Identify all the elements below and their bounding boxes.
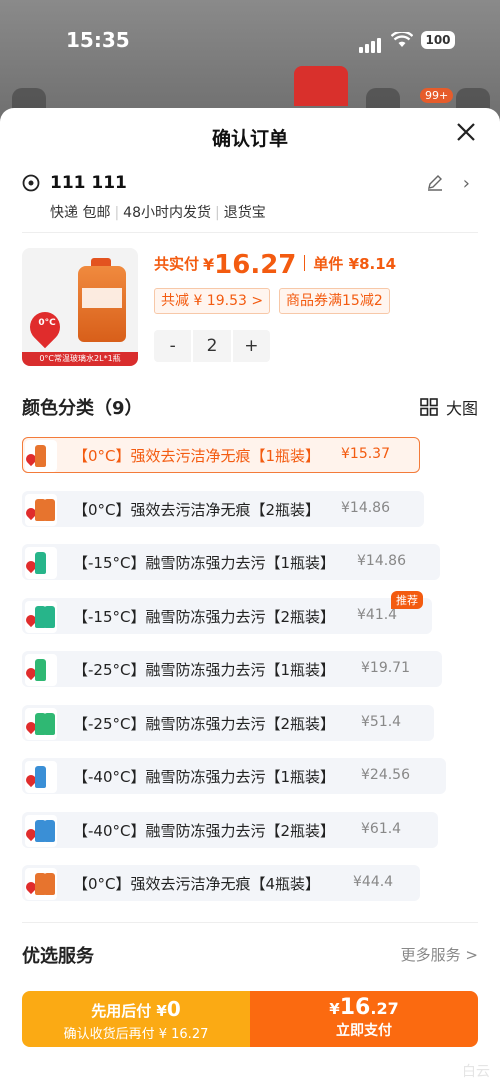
pay-later-label: 先用后付 ¥	[91, 1002, 167, 1020]
status-bar: 15:35 100	[0, 28, 500, 56]
variant-option[interactable]: 【-25°C】融雪防冻强力去污【1瓶装】 ¥19.71	[22, 651, 442, 687]
shipping-free: 快递 包邮	[50, 205, 111, 221]
total-label: 共实付	[154, 255, 200, 273]
product-image-bg	[294, 66, 348, 106]
variant-option[interactable]: 【0°C】强效去污洁净无痕【2瓶装】 ¥14.86	[22, 490, 424, 527]
edit-icon[interactable]	[426, 174, 444, 192]
variant-thumb-icon	[25, 707, 57, 740]
recommend-badge: 推荐	[391, 591, 423, 609]
variant-option[interactable]: 【-40°C】融雪防冻强力去污【1瓶装】 ¥24.56	[22, 758, 446, 794]
total-amount: 16.27	[214, 250, 297, 280]
variant-price: ¥24.56	[361, 767, 410, 783]
more-services-link[interactable]: 更多服务 >	[401, 944, 478, 965]
wifi-icon	[391, 32, 413, 47]
variant-option[interactable]: 【0°C】强效去污洁净无痕【1瓶装】 ¥15.37	[22, 437, 420, 473]
plus-button[interactable]: +	[233, 330, 270, 362]
grid-icon[interactable]	[420, 398, 438, 416]
variant-thumb-icon	[25, 814, 57, 847]
watermark: 白云	[462, 1064, 490, 1080]
order-sheet: 确认订单 111 111 › 快递 包邮 | 48小时内发货 | 退货宝 0°C 0°C…	[0, 108, 500, 1087]
variant-option[interactable]: 【-15°C】融雪防冻强力去污【2瓶装】 ¥41.4	[22, 597, 432, 634]
variant-option[interactable]: 【-40°C】融雪防冻强力去污【2瓶装】 ¥61.4	[22, 811, 438, 848]
product-thumbnail[interactable]: 0°C 0°C常温玻璃水2L*1瓶	[22, 248, 138, 366]
address-name: 111 111	[50, 173, 127, 193]
pay-bar: 先用后付 ¥0 确认收货后再付 ¥ 16.27 ¥16.27 立即支付	[22, 991, 478, 1047]
variant-thumb-icon	[25, 493, 57, 526]
services-row: 优选服务 更多服务 >	[22, 942, 478, 968]
variant-header: 颜色分类（9） 大图	[22, 394, 478, 420]
shipping-info: 快递 包邮 | 48小时内发货 | 退货宝	[50, 205, 266, 221]
battery-icon: 100	[421, 31, 455, 49]
pay-now-yen: ¥	[329, 1000, 340, 1018]
quantity-stepper: - 2 +	[154, 330, 270, 362]
variant-label: 【-40°C】融雪防冻强力去污【1瓶装】	[73, 768, 336, 786]
thumb-caption: 0°C常温玻璃水2L*1瓶	[22, 352, 138, 366]
variant-thumb-icon	[25, 761, 57, 793]
unit-price: 单件 ¥8.14	[313, 255, 397, 273]
chevron-right-icon[interactable]: ›	[463, 173, 470, 194]
shipping-return: 退货宝	[223, 205, 266, 221]
variant-price: ¥15.37	[341, 446, 390, 462]
variant-thumb-icon	[25, 654, 57, 686]
variant-price: ¥44.4	[353, 874, 394, 890]
address-row[interactable]: 111 111 ›	[22, 170, 482, 200]
close-icon[interactable]	[454, 120, 478, 144]
variant-price: ¥19.71	[361, 660, 410, 676]
variant-thumb-icon	[25, 868, 57, 900]
divider	[22, 922, 478, 923]
pay-later-sub: 确认收货后再付 ¥ 16.27	[63, 1027, 209, 1042]
signal-icon	[359, 34, 383, 53]
variant-option[interactable]: 【-15°C】融雪防冻强力去污【1瓶装】 ¥14.86	[22, 544, 440, 580]
variant-label: 【-15°C】融雪防冻强力去污【1瓶装】	[73, 554, 336, 572]
pay-now-label: 立即支付	[336, 1023, 392, 1039]
variant-title: 颜色分类（9）	[22, 398, 143, 419]
discount-tag[interactable]: 共减 ¥ 19.53 >	[154, 288, 271, 314]
variant-label: 【-25°C】融雪防冻强力去污【1瓶装】	[73, 661, 336, 679]
pay-now-button[interactable]: ¥16.27 立即支付	[250, 991, 478, 1047]
variant-label: 【0°C】强效去污洁净无痕【4瓶装】	[73, 875, 321, 893]
status-time: 15:35	[66, 28, 130, 52]
pay-now-dec: .27	[370, 999, 399, 1018]
variant-label: 【-40°C】融雪防冻强力去污【2瓶装】	[73, 821, 336, 840]
services-title: 优选服务	[22, 946, 94, 967]
variant-price: ¥14.86	[341, 499, 390, 516]
variant-price: ¥14.86	[357, 553, 406, 569]
variant-label: 【-15°C】融雪防冻强力去污【2瓶装】	[73, 607, 336, 626]
variant-label: 【0°C】强效去污洁净无痕【2瓶装】	[73, 500, 321, 519]
variant-label: 【-25°C】融雪防冻强力去污【2瓶装】	[73, 714, 336, 733]
shipping-time: 48小时内发货	[123, 205, 211, 221]
variant-option[interactable]: 【0°C】强效去污洁净无痕【4瓶装】 ¥44.4	[22, 865, 420, 901]
pay-later-amount: 0	[166, 997, 181, 1021]
quantity-value[interactable]: 2	[191, 330, 233, 362]
thumb-temp: 0°C	[38, 318, 56, 328]
variant-thumb-icon	[25, 440, 57, 472]
variant-thumb-icon	[25, 547, 57, 579]
minus-button[interactable]: -	[154, 330, 191, 362]
variant-price: ¥61.4	[361, 820, 402, 837]
pay-now-int: 16	[339, 995, 371, 1020]
sheet-title: 确认订单	[211, 128, 288, 150]
variant-price: ¥51.4	[361, 713, 402, 730]
variant-thumb-icon	[25, 600, 57, 633]
coupon-tag[interactable]: 商品券满15减2	[279, 288, 390, 314]
variant-label: 【0°C】强效去污洁净无痕【1瓶装】	[73, 447, 321, 465]
divider	[22, 232, 478, 233]
variant-option[interactable]: 【-25°C】融雪防冻强力去污【2瓶装】 ¥51.4	[22, 704, 434, 741]
pay-later-button[interactable]: 先用后付 ¥0 确认收货后再付 ¥ 16.27	[22, 991, 250, 1047]
total-price: 共实付 ¥16.27 单件 ¥8.14	[154, 250, 396, 280]
location-icon	[22, 174, 40, 192]
cart-badge: 99+	[420, 88, 454, 103]
total-yen: ¥	[203, 255, 215, 274]
big-view-toggle[interactable]: 大图	[446, 395, 478, 419]
